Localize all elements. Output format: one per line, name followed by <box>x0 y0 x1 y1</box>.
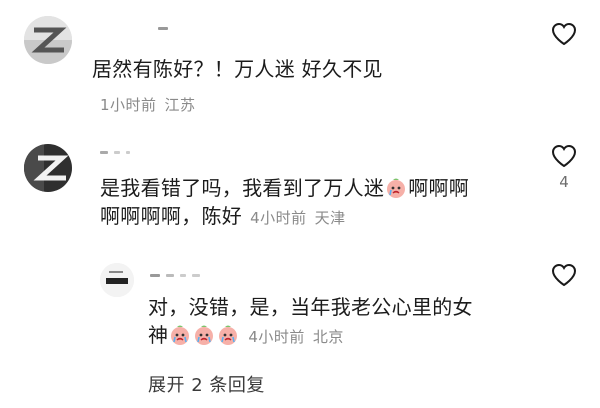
comment-text: 居然有陈好？！万人迷 好久不见 <box>92 55 383 83</box>
reply-time: 4小时前 <box>248 328 305 346</box>
avatar[interactable] <box>24 16 72 64</box>
reply-location: 北京 <box>312 328 344 346</box>
reply-body: 对，没错，是，当年我老公心里的女 <box>148 295 473 319</box>
comment-location: 江苏 <box>164 96 196 114</box>
username[interactable] <box>92 18 174 30</box>
comment-location: 天津 <box>314 209 346 227</box>
comment-body: 居然有陈好？！万人迷 好久不见 <box>92 57 383 81</box>
username[interactable] <box>150 265 206 277</box>
crying-peach-emoji <box>169 324 191 346</box>
like-button[interactable]: 4 <box>550 144 578 191</box>
crying-peach-emoji <box>385 177 407 199</box>
username[interactable] <box>100 142 136 154</box>
like-button[interactable] <box>550 22 578 46</box>
crying-peach-emoji <box>217 324 239 346</box>
like-count: 4 <box>559 173 569 191</box>
reply-meta: 4小时前 北京 <box>248 328 344 346</box>
avatar[interactable] <box>24 144 72 192</box>
comment-item: 居然有陈好？！万人迷 好久不见 1小时前 江苏 <box>0 0 600 120</box>
comment-body-end: 啊啊啊 <box>408 176 470 200</box>
like-button[interactable] <box>550 263 578 287</box>
reply-text: 对，没错，是，当年我老公心里的女 神 4小时前 北京 <box>148 293 528 351</box>
comment-text: 是我看错了吗，我看到了万人迷 啊啊啊 啊啊啊啊，陈好 4小时前 天津 <box>100 174 520 232</box>
heart-icon <box>551 22 577 46</box>
comment-time: 1小时前 <box>100 96 157 114</box>
comment-body-line2: 啊啊啊啊，陈好 <box>100 204 243 228</box>
comment-time: 4小时前 <box>250 209 307 227</box>
reply-item: 对，没错，是，当年我老公心里的女 神 4小时前 北京 <box>0 255 600 365</box>
expand-replies-button[interactable]: 展开 2 条回复 <box>148 371 265 397</box>
crying-peach-emoji <box>193 324 215 346</box>
heart-icon <box>551 144 577 168</box>
comment-item: 是我看错了吗，我看到了万人迷 啊啊啊 啊啊啊啊，陈好 4小时前 天津 4 <box>0 130 600 250</box>
comment-meta: 4小时前 天津 <box>250 209 346 227</box>
heart-icon <box>551 263 577 287</box>
comment-meta: 1小时前 江苏 <box>100 94 196 115</box>
avatar[interactable] <box>100 263 134 297</box>
reply-body-line2: 神 <box>148 323 169 347</box>
comment-body: 是我看错了吗，我看到了万人迷 <box>100 176 385 200</box>
